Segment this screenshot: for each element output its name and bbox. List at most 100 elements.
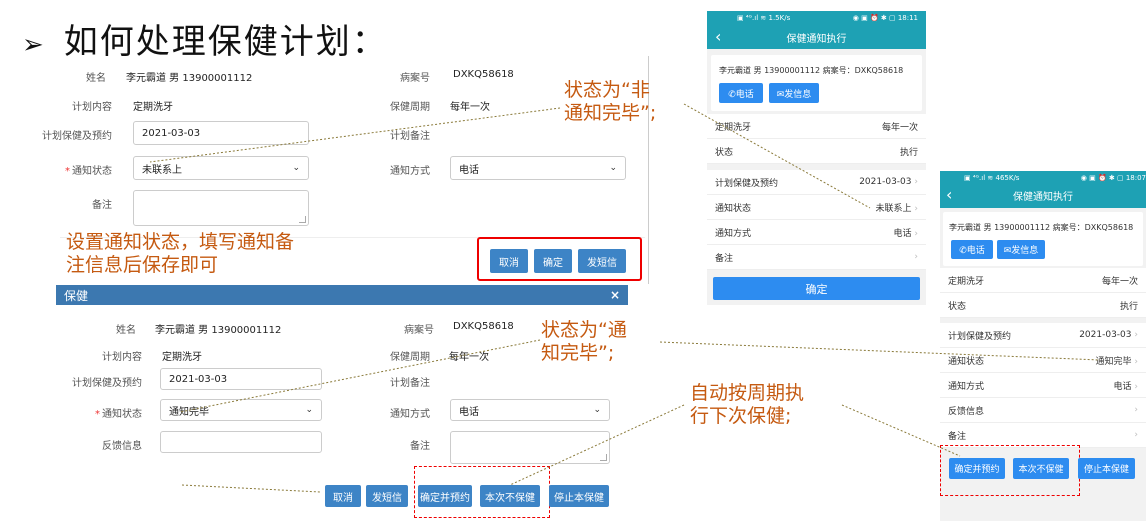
method-select[interactable]: 电话 ⌄ [450,399,610,421]
chevron-right-icon: › [914,252,918,262]
status-label-text: 通知状态 [72,166,112,177]
list-item[interactable]: 反馈信息 › [940,398,1146,423]
row-value: 通知完毕 [1095,356,1132,367]
dialog-title-bar: 保健 × [56,285,628,305]
method-select-value: 电话 [459,164,479,176]
list-item[interactable]: 计划保健及预约 2021-03-03 › [707,170,926,195]
list-item[interactable]: 通知状态 通知完毕 › [940,348,1146,373]
annotation-line: 设置通知状态，填写通知备 [66,231,295,253]
list-item: 状态 执行 [707,139,926,164]
row-label: 通知方式 [715,228,752,239]
phone-header: ▣ ⁴ᴳ.ıl ≋ 465K/s ◉ ▣ ⏰ ✱ ▢ 18:07 ‹ 保健通知执… [940,171,1146,208]
confirm-appoint-button[interactable]: 确定并预约 [418,485,472,507]
row-label: 状态 [715,147,734,158]
list-item[interactable]: 通知方式 电话 › [707,220,926,245]
phone-header: ▣ ⁴ᴳ.ıl ≋ 1.5K/s ◉ ▣ ⏰ ✱ ▢ 18:11 ‹ 保健通知执… [707,11,926,49]
skip-this-button[interactable]: 本次不保健 [1013,458,1069,479]
annotation-line: 自动按周期执 [690,382,805,404]
appoint-date-input[interactable]: 2021-03-03 [160,368,322,390]
name-label: 姓名 [86,73,106,84]
status-label: * 通知状态 [80,405,142,420]
confirm-button[interactable]: 确定 [713,277,920,300]
row-value: 电话 [1113,381,1132,392]
list-item[interactable]: 计划保健及预约 2021-03-03 › [940,323,1146,348]
annotation-line: 行下次保健; [690,405,792,427]
confirm-button[interactable]: 确定 [534,249,572,273]
record-label: 病案号 [404,325,434,336]
row-value: 2021-03-03 [1079,330,1132,340]
patient-info: 李元霸道 男 13900001112 病案号：DXKQ58618 [949,223,1134,232]
list-item[interactable]: 备注 › [707,245,926,270]
remark-label: 备注 [410,441,430,452]
row-value: 电话 [893,228,912,239]
cycle-label: 保健周期 [390,102,430,113]
list-item[interactable]: 通知状态 未联系上 › [707,195,926,220]
status-bar-left: ▣ ⁴ᴳ.ıl ≋ 465K/s [964,174,1020,182]
record-label: 病案号 [400,73,430,84]
row-label: 反馈信息 [948,406,985,417]
row-label: 通知状态 [715,203,752,214]
stop-plan-button[interactable]: 停止本保健 [1078,458,1135,479]
chevron-down-icon: ⌄ [305,405,313,415]
appoint-label: 计划保健及预约 [72,378,142,389]
row-value: 2021-03-03 [859,177,912,187]
list-item[interactable]: 通知方式 电话 › [940,373,1146,398]
stop-plan-button[interactable]: 停止本保健 [549,485,609,507]
phone-screen-2: ▣ ⁴ᴳ.ıl ≋ 465K/s ◉ ▣ ⏰ ✱ ▢ 18:07 ‹ 保健通知执… [940,171,1146,521]
remark-textarea[interactable] [450,431,610,464]
annotation-not-notified: 状态为“非 通知完毕”; [564,79,656,125]
list-item: 定期洗牙 每年一次 [707,114,926,139]
name-value: 李元霸道 男 13900001112 [126,73,253,84]
send-sms-button[interactable]: 发短信 [578,249,626,273]
chevron-right-icon: › [1134,430,1138,440]
chevron-down-icon: ⌄ [593,405,601,415]
status-select[interactable]: 未联系上 ⌄ [133,156,309,180]
plan-note-label: 计划备注 [390,378,430,389]
row-value: 未联系上 [875,203,912,214]
call-button[interactable]: ✆电话 [951,240,993,259]
annotation-line: 通知完毕”; [564,102,657,124]
name-label: 姓名 [116,325,136,336]
cancel-button[interactable]: 取消 [490,249,528,273]
plan-label: 计划内容 [72,102,112,113]
annotation-line: 注信息后保存即可 [66,254,219,276]
send-message-button[interactable]: ✉发信息 [769,83,819,103]
phone-title: 保健通知执行 [786,34,847,45]
appoint-label: 计划保健及预约 [42,131,112,142]
cycle-label: 保健周期 [390,352,430,363]
record-value: DXKQ58618 [453,321,514,332]
annotation-instruction: 设置通知状态，填写通知备 注信息后保存即可 [66,231,294,277]
status-label-text: 通知状态 [102,409,142,420]
phone-title: 保健通知执行 [1013,192,1073,203]
cancel-button[interactable]: 取消 [325,485,361,507]
dialog-title: 保健 [64,288,89,303]
row-value: 执行 [899,147,918,158]
appoint-date-value: 2021-03-03 [169,373,228,385]
appoint-date-input[interactable]: 2021-03-03 [133,121,309,145]
name-value: 李元霸道 男 13900001112 [155,325,282,336]
row-value: 每年一次 [1101,276,1138,287]
plan-label: 计划内容 [102,352,142,363]
chevron-right-icon: › [1134,356,1138,367]
method-select[interactable]: 电话 ⌄ [450,156,626,180]
remark-textarea[interactable] [133,190,309,226]
required-mark: * [65,166,70,177]
annotation-auto-cycle: 自动按周期执 行下次保健; [690,382,804,428]
status-label: * 通知状态 [50,162,112,177]
required-mark: * [95,409,100,420]
send-sms-button[interactable]: 发短信 [366,485,408,507]
close-icon[interactable]: × [610,288,620,302]
row-value: 执行 [1119,301,1138,312]
plan-note-label: 计划备注 [390,131,430,142]
row-label: 计划保健及预约 [948,331,1012,342]
confirm-appoint-button[interactable]: 确定并预约 [949,458,1005,479]
feedback-input[interactable] [160,431,322,453]
send-message-button[interactable]: ✉发信息 [997,240,1045,259]
row-label: 计划保健及预约 [715,178,779,189]
row-label: 备注 [715,253,734,264]
status-select-value: 通知完毕 [169,406,209,418]
cycle-value: 每年一次 [450,102,490,113]
call-button[interactable]: ✆电话 [719,83,763,103]
status-select[interactable]: 通知完毕 ⌄ [160,399,322,421]
skip-this-button[interactable]: 本次不保健 [480,485,540,507]
